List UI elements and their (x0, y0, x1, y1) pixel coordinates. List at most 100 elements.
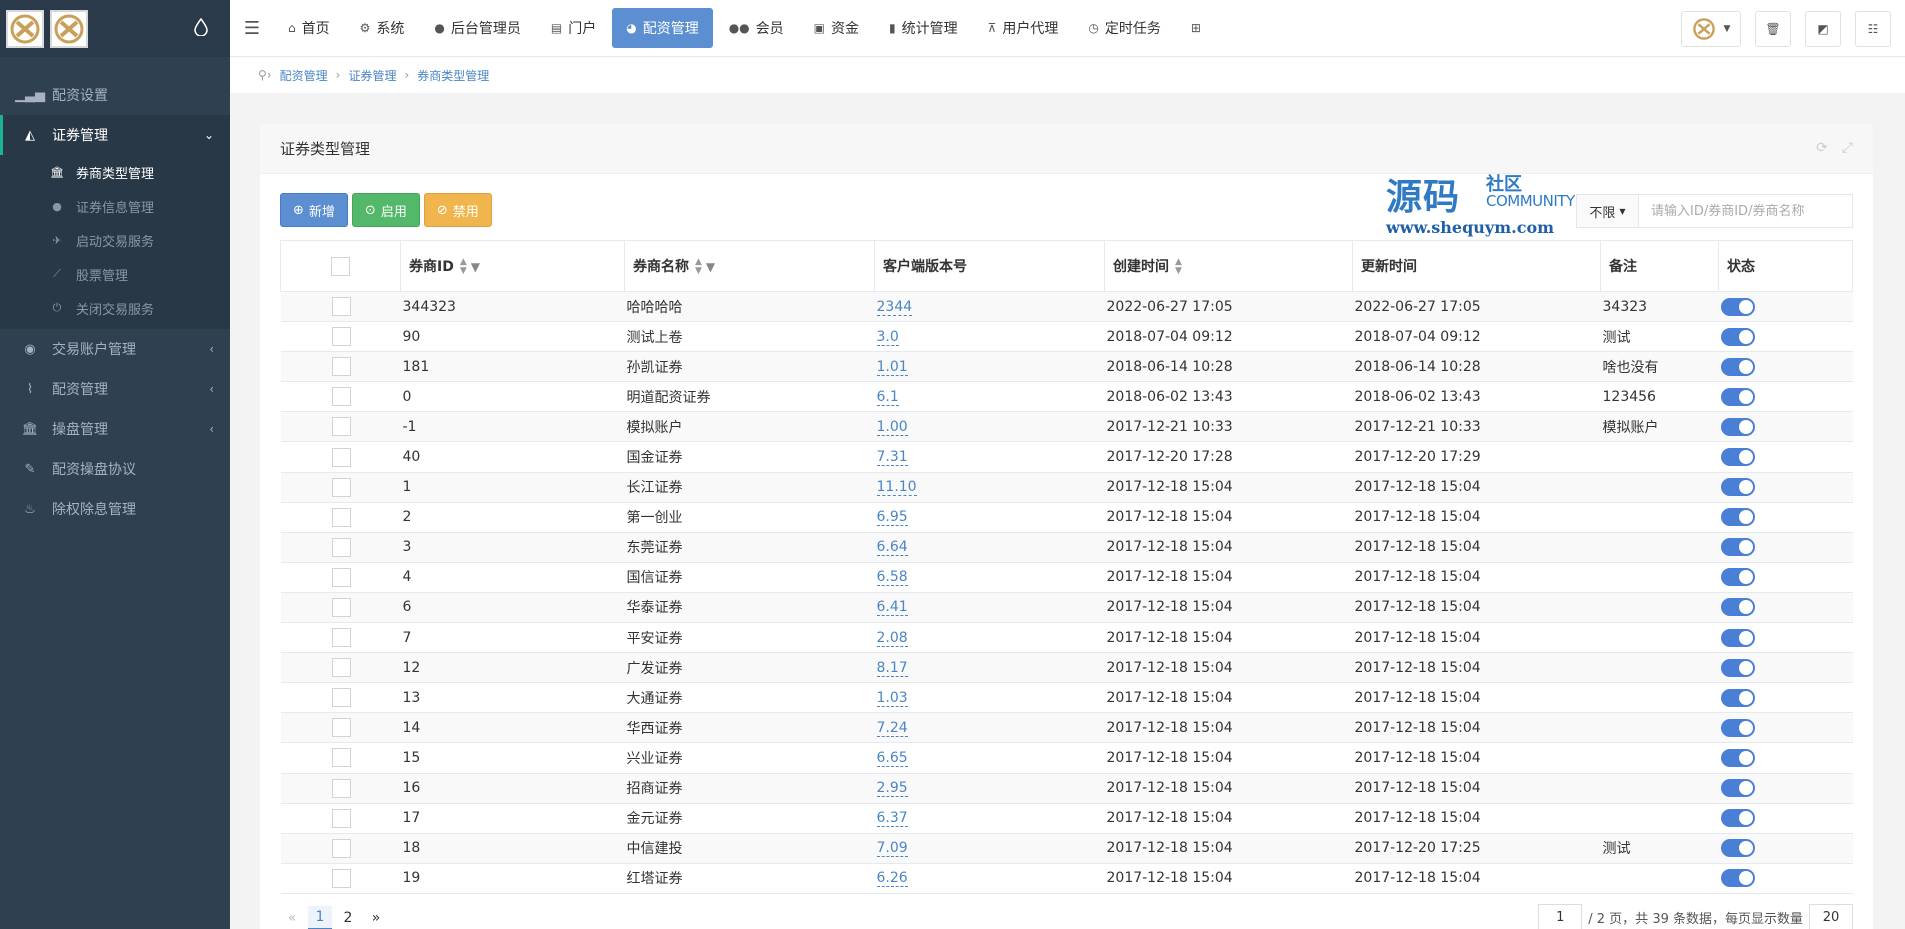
tab-home[interactable]: ⌂ 首页 (274, 8, 344, 48)
layout-icon[interactable]: ☷ (1855, 10, 1891, 47)
sidebar-subitem-security-info[interactable]: ● 证券信息管理 (0, 189, 230, 223)
client-version-editable[interactable]: 11.10 (876, 479, 917, 497)
client-version-editable[interactable]: 2.95 (876, 780, 908, 798)
table-row[interactable]: 16 招商证券 2.95 2017-12-18 15:04 2017-12-18 15:… (280, 773, 1853, 804)
row-checkbox[interactable] (332, 507, 351, 527)
tab-statistics[interactable]: ▮ 统计管理 (875, 8, 972, 48)
tab-system[interactable]: ⚙ 系统 (346, 8, 419, 48)
table-row[interactable]: 2 第一创业 6.95 2017-12-18 15:04 2017-12-18 15:0… (280, 502, 1853, 533)
client-version-editable[interactable]: 7.24 (876, 719, 908, 737)
sort-icon[interactable]: ▲ ▼ (1175, 258, 1182, 276)
row-checkbox[interactable] (332, 868, 351, 888)
sort-icon[interactable]: ▲ ▼ (695, 258, 702, 276)
status-toggle[interactable] (1720, 538, 1755, 557)
sidebar-item-agreement[interactable]: ✎ 配资操盘协议 (0, 449, 230, 489)
status-toggle[interactable] (1720, 508, 1755, 527)
table-row[interactable]: 7 平安证券 2.08 2017-12-18 15:04 2017-12-18 15:0… (280, 622, 1853, 654)
tab-funding[interactable]: ◕ 配资管理 (612, 8, 713, 48)
sidebar-subitem-stocks[interactable]: ⟋ 股票管理 (0, 257, 230, 291)
col-broker-id[interactable]: 券商ID ▲ ▼ ▼ (400, 240, 625, 292)
table-row[interactable]: 12 广发证券 8.17 2017-12-18 15:04 2017-12-18 15:… (280, 652, 1853, 684)
status-toggle[interactable] (1720, 327, 1755, 346)
table-row[interactable]: 4 国信证券 6.58 2017-12-18 15:04 2017-12-18 15:0… (280, 562, 1853, 593)
row-checkbox[interactable] (332, 597, 351, 617)
table-row[interactable]: 90 测试上卷 3.0 2018-07-04 09:12 2018-07-04 09:1… (280, 321, 1853, 353)
enable-button[interactable]: ⊙ 启用 (351, 193, 420, 227)
status-toggle[interactable] (1720, 839, 1755, 858)
apps-grid-icon[interactable]: ⊞ (1177, 8, 1221, 48)
sidebar-item-trading[interactable]: 🏛 操盘管理 ‹ (0, 409, 230, 449)
row-checkbox[interactable] (332, 417, 351, 437)
breadcrumb-funding[interactable]: 配资管理 (280, 67, 328, 84)
search-scope-select[interactable]: 不限 ▼ (1576, 194, 1638, 228)
select-all-checkbox[interactable] (331, 256, 350, 276)
disable-button[interactable]: ⊘ 禁用 (423, 193, 492, 227)
row-checkbox[interactable] (332, 688, 351, 708)
status-toggle[interactable] (1720, 297, 1755, 316)
row-checkbox[interactable] (332, 718, 351, 738)
table-row[interactable]: -1 模拟账户 1.00 2017-12-21 10:33 2017-12-21 10:… (280, 411, 1853, 443)
add-button[interactable]: ⊕ 新增 (280, 193, 348, 227)
status-toggle[interactable] (1720, 688, 1755, 707)
row-checkbox[interactable] (332, 808, 351, 828)
breadcrumb-broker-types[interactable]: 券商类型管理 (417, 67, 489, 84)
sidebar-item-ex-rights[interactable]: ♨ 除权除息管理 (0, 489, 230, 529)
sidebar-item-securities[interactable]: ◭ 证券管理 ⌄ (0, 115, 230, 155)
tab-admins[interactable]: ● 后台管理员 (420, 8, 534, 48)
tab-agents[interactable]: ⊼ 用户代理 (974, 8, 1073, 48)
filter-icon[interactable]: ▼ (706, 260, 715, 274)
logo[interactable] (6, 9, 44, 48)
client-version-editable[interactable]: 8.17 (876, 659, 908, 677)
status-toggle[interactable] (1720, 598, 1755, 617)
page-size-input[interactable]: 20 (1809, 904, 1853, 929)
status-toggle[interactable] (1720, 718, 1755, 737)
status-toggle[interactable] (1720, 568, 1755, 587)
table-row[interactable]: 0 明道配资证券 6.1 2018-06-02 13:43 2018-06-02 13:… (280, 381, 1853, 413)
client-version-editable[interactable]: 7.31 (876, 449, 908, 467)
sidebar-subitem-broker-types[interactable]: 🏛 券商类型管理 (0, 155, 230, 189)
row-checkbox[interactable] (332, 628, 351, 648)
menu-toggle-icon[interactable]: ☰ (230, 0, 274, 57)
client-version-editable[interactable]: 6.26 (876, 870, 908, 888)
col-broker-name[interactable]: 券商名称 ▲ ▼ ▼ (624, 240, 875, 292)
external-link-icon[interactable]: ◩ (1805, 10, 1841, 47)
page-2-button[interactable]: 2 (336, 906, 360, 929)
status-toggle[interactable] (1720, 387, 1755, 406)
sidebar-subitem-start-trading[interactable]: ✈ 启动交易服务 (0, 223, 230, 257)
sidebar-item-funding-settings[interactable]: ▁▃▅ 配资设置 (0, 75, 230, 115)
table-row[interactable]: 181 孙凯证券 1.01 2018-06-14 10:28 2018-06-14 10… (280, 351, 1853, 383)
table-row[interactable]: 6 华泰证券 6.41 2017-12-18 15:04 2017-12-18 15:0… (280, 592, 1853, 624)
table-row[interactable]: 17 金元证券 6.37 2017-12-18 15:04 2017-12-18 15:… (280, 803, 1853, 834)
tab-members[interactable]: ●● 会员 (715, 8, 798, 48)
tab-scheduled-tasks[interactable]: ◷ 定时任务 (1074, 8, 1174, 48)
user-avatar-dropdown[interactable]: ▼ (1681, 10, 1741, 47)
table-row[interactable]: 18 中信建投 7.09 2017-12-18 15:04 2017-12-20 17:… (280, 833, 1853, 864)
status-toggle[interactable] (1720, 448, 1755, 467)
client-version-editable[interactable]: 6.37 (876, 810, 908, 828)
status-toggle[interactable] (1720, 417, 1755, 436)
status-toggle[interactable] (1720, 779, 1755, 798)
table-row[interactable]: 344323 哈哈哈哈 2344 2022-06-27 17:05 2022-06-27… (280, 291, 1853, 323)
status-toggle[interactable] (1720, 357, 1755, 376)
sidebar-subitem-stop-trading[interactable]: ⏻ 关闭交易服务 (0, 291, 230, 325)
next-page-button[interactable]: » (364, 906, 388, 929)
row-checkbox[interactable] (332, 748, 351, 768)
row-checkbox[interactable] (332, 537, 351, 557)
status-toggle[interactable] (1720, 869, 1755, 888)
table-row[interactable]: 3 东莞证券 6.64 2017-12-18 15:04 2017-12-18 15:0… (280, 532, 1853, 563)
client-version-editable[interactable]: 6.41 (876, 599, 908, 617)
client-version-editable[interactable]: 2.08 (876, 629, 908, 647)
row-checkbox[interactable] (332, 387, 351, 407)
row-checkbox[interactable] (332, 567, 351, 587)
tint-icon[interactable] (194, 18, 208, 36)
col-created-at[interactable]: 创建时间 ▲ ▼ (1104, 240, 1353, 292)
status-toggle[interactable] (1720, 478, 1755, 497)
client-version-editable[interactable]: 6.95 (876, 509, 908, 527)
row-checkbox[interactable] (332, 357, 351, 377)
client-version-editable[interactable]: 2344 (876, 298, 913, 316)
tab-portal[interactable]: ▤ 门户 (537, 8, 610, 48)
table-row[interactable]: 40 国金证券 7.31 2017-12-20 17:28 2017-12-20 17:… (280, 441, 1853, 473)
row-checkbox[interactable] (332, 447, 351, 467)
expand-icon[interactable]: ⤢ (1842, 140, 1853, 156)
row-checkbox[interactable] (332, 778, 351, 798)
